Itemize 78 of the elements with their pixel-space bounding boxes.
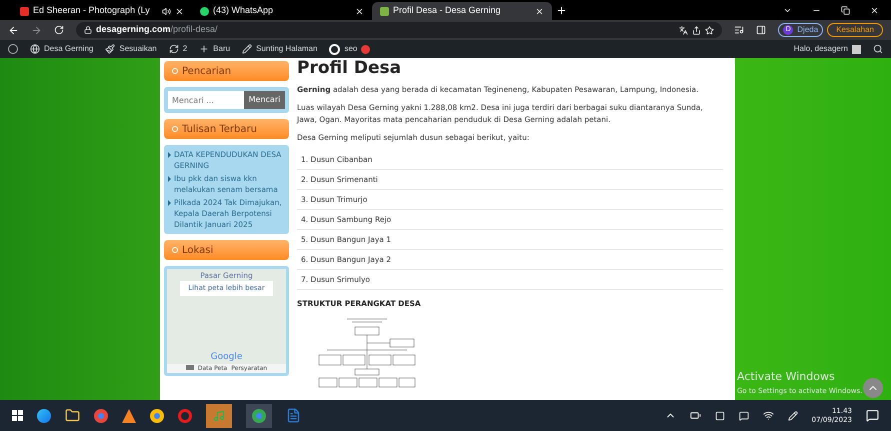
favicon-icon [200, 6, 209, 16]
browser-tab[interactable]: Ed Sheeran - Photograph (Ly [12, 2, 192, 20]
cone-icon[interactable] [122, 408, 136, 422]
greeting[interactable]: Halo, desagern [794, 43, 848, 55]
close-icon[interactable] [175, 6, 184, 16]
bullet-icon [168, 176, 171, 182]
folder-icon[interactable] [65, 408, 80, 423]
favicon-icon [20, 6, 29, 16]
action-center-icon[interactable] [866, 409, 879, 422]
widget-title: Tulisan Terbaru [182, 122, 257, 136]
widget-title: Lokasi [182, 244, 214, 258]
search-field[interactable]: Mencari ... [168, 91, 244, 109]
notification-app-icon[interactable] [738, 410, 749, 420]
google-logo: Google [210, 350, 242, 364]
page-title: Profil Desa [297, 58, 402, 78]
bullet-icon [168, 200, 171, 206]
chrome-icon[interactable] [150, 408, 164, 422]
close-icon[interactable] [535, 6, 544, 16]
translate-icon[interactable] [679, 26, 688, 34]
back-icon[interactable] [8, 24, 19, 36]
admin-label: Desa Gerning [44, 43, 94, 55]
url-path: /profil-desa/ [170, 23, 218, 36]
admin-label: Baru [213, 43, 230, 55]
close-icon[interactable] [355, 6, 364, 16]
admin-menu-item[interactable]: seo [329, 43, 370, 55]
close-icon[interactable] [870, 6, 879, 15]
pen-icon[interactable] [788, 410, 798, 420]
user-avatar-icon [852, 44, 861, 54]
widget-title: Pencarian [182, 64, 232, 78]
device-icon[interactable] [714, 410, 725, 420]
scroll-top-button[interactable] [863, 378, 883, 398]
brush-icon [105, 44, 116, 54]
media-icon[interactable] [734, 25, 744, 35]
admin-menu-item[interactable]: Desa Gerning [30, 43, 94, 55]
plus-icon [199, 44, 210, 54]
wifi-icon[interactable] [762, 410, 774, 421]
admin-label: 2 [182, 43, 188, 55]
lock-icon [84, 26, 92, 34]
refresh-icon [168, 44, 179, 54]
opera-icon[interactable] [178, 408, 192, 422]
pencil-icon [242, 44, 252, 54]
side-panel-icon[interactable] [756, 25, 766, 35]
error-button[interactable]: Kesalahan [827, 23, 883, 37]
admin-label: seo [344, 43, 358, 55]
edge-icon[interactable] [37, 408, 51, 422]
share-icon[interactable] [692, 26, 702, 34]
chrome-icon[interactable] [94, 408, 108, 422]
browser-tab[interactable]: (43) WhatsApp [192, 2, 372, 20]
new-tab-icon[interactable] [556, 5, 567, 16]
address-bar[interactable]: desagerning.com/profil-desa/ [76, 22, 722, 38]
tab-title: (43) WhatsApp [213, 4, 274, 18]
reload-icon[interactable] [54, 25, 64, 35]
tab-title: Profil Desa - Desa Gerning [393, 4, 502, 18]
activation-title: Activate Windows [737, 369, 835, 385]
favicon-icon [380, 6, 389, 16]
star-icon[interactable] [705, 26, 714, 34]
bullet-icon [168, 152, 171, 158]
admin-menu-item[interactable]: Baru [199, 43, 230, 55]
speaker-icon[interactable] [162, 6, 171, 16]
admin-label: Sunting Halaman [256, 43, 318, 55]
admin-menu-item[interactable]: Sesuaikan [105, 43, 157, 55]
spotify-icon[interactable] [206, 404, 232, 428]
chrome-icon[interactable] [246, 404, 272, 428]
search-icon[interactable] [873, 44, 883, 54]
windows-start-icon[interactable] [12, 410, 23, 421]
restore-icon[interactable] [841, 6, 850, 15]
url-host: desagerning.com [96, 23, 171, 36]
forward-icon[interactable] [31, 24, 42, 36]
profile-name: Djeda [797, 24, 818, 36]
tab-title: Ed Sheeran - Photograph (Ly [33, 4, 151, 18]
search-button[interactable]: Mencari [244, 91, 285, 109]
chevron-down-icon[interactable] [783, 6, 792, 15]
keyboard-icon [186, 365, 194, 370]
admin-menu-item[interactable]: 2 [168, 43, 188, 55]
battery-icon[interactable] [690, 410, 701, 421]
admin-label: Sesuaikan [119, 43, 157, 55]
browser-tab[interactable]: Profil Desa - Desa Gerning [372, 2, 552, 20]
admin-menu-item[interactable]: Sunting Halaman [242, 43, 318, 55]
